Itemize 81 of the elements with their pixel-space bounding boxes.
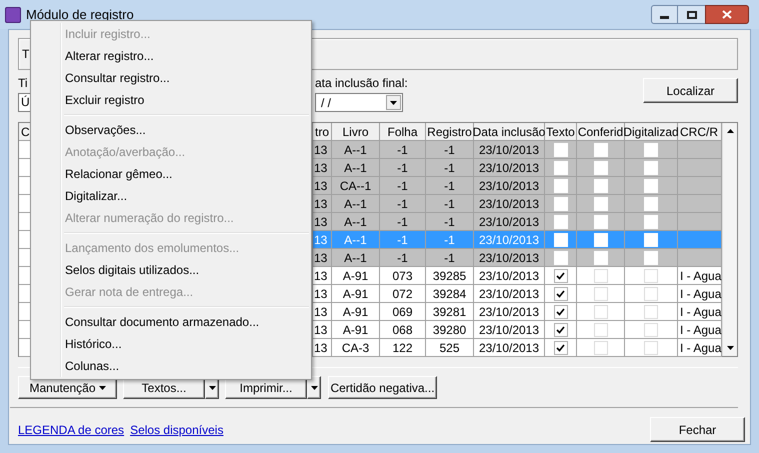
table-cell: 525 <box>426 339 474 357</box>
checkbox[interactable] <box>594 304 608 318</box>
table-cell-text: I - Agua <box>680 322 722 338</box>
checkbox[interactable] <box>644 268 658 282</box>
checkmark-icon <box>556 326 565 334</box>
scroll-up-icon[interactable] <box>726 129 734 133</box>
type-label: Ti <box>18 76 28 90</box>
checkbox[interactable] <box>594 142 608 156</box>
checkbox[interactable] <box>554 214 568 228</box>
menu-item[interactable]: Consultar registro... <box>31 67 311 89</box>
date-field[interactable]: / / <box>315 93 403 112</box>
filter-label: T <box>22 46 30 63</box>
scroll-down-icon[interactable] <box>726 346 734 350</box>
link[interactable]: LEGENDA de cores <box>18 420 124 438</box>
checkbox[interactable] <box>644 142 658 156</box>
window-title: Módulo de registro <box>26 6 134 24</box>
link[interactable]: Selos disponíveis <box>130 420 224 438</box>
checkbox[interactable] <box>644 178 658 192</box>
close-button[interactable] <box>705 5 749 24</box>
checkbox[interactable] <box>554 196 568 210</box>
checkbox[interactable] <box>594 196 608 210</box>
menu-item[interactable]: Excluir registro <box>31 89 311 111</box>
checkbox[interactable] <box>554 160 568 174</box>
checkbox[interactable] <box>644 286 658 300</box>
checkbox[interactable] <box>554 178 568 192</box>
dropdown-button[interactable] <box>386 95 401 110</box>
checkbox[interactable] <box>594 250 608 264</box>
checkbox[interactable] <box>594 178 608 192</box>
maximize-button[interactable] <box>678 5 705 24</box>
table-cell: 13 <box>313 339 332 357</box>
table-cell-text: I - Agua <box>680 340 722 356</box>
checkbox[interactable] <box>644 196 658 210</box>
checkbox[interactable] <box>594 214 608 228</box>
table-cell: 23/10/2013 <box>474 339 545 357</box>
menu-item[interactable]: Alterar registro... <box>31 45 311 67</box>
checkbox[interactable] <box>644 232 658 246</box>
checkbox[interactable] <box>594 322 608 336</box>
table-cell-text: I - Agua <box>680 304 722 320</box>
checkbox[interactable] <box>594 268 608 282</box>
caret-icon <box>310 386 318 390</box>
checkbox[interactable] <box>594 286 608 300</box>
table-cell-text: I - Agua <box>680 268 722 284</box>
checkbox[interactable] <box>644 250 658 264</box>
date-label: ata inclusão final: <box>315 76 408 90</box>
checkbox[interactable] <box>554 142 568 156</box>
checkmark-icon <box>556 344 565 352</box>
checkbox[interactable] <box>644 214 658 228</box>
caret-icon <box>390 100 397 104</box>
checkbox[interactable] <box>554 322 568 336</box>
checkbox[interactable] <box>554 286 568 300</box>
search-button[interactable]: Localizar <box>643 78 738 103</box>
table-cell-text: I - Agua <box>680 286 722 302</box>
minimize-icon <box>660 16 669 19</box>
menu-item[interactable]: Colunas... <box>31 355 311 377</box>
checkmark-icon <box>556 272 565 280</box>
checkbox[interactable] <box>554 268 568 282</box>
checkbox[interactable] <box>554 304 568 318</box>
checkbox[interactable] <box>594 340 608 354</box>
maximize-icon <box>686 10 696 18</box>
checkbox[interactable] <box>554 232 568 246</box>
checkbox[interactable] <box>554 340 568 354</box>
caret-icon <box>208 386 216 390</box>
checkbox[interactable] <box>644 322 658 336</box>
close-dialog-button[interactable]: Fechar <box>650 417 745 442</box>
negative-certificate-button[interactable]: Certidão negativa... <box>328 376 437 399</box>
minimize-button[interactable] <box>651 5 678 24</box>
checkmark-icon <box>556 290 565 298</box>
checkbox[interactable] <box>644 340 658 354</box>
close-icon <box>722 10 732 19</box>
checkbox[interactable] <box>644 304 658 318</box>
checkmark-icon <box>556 308 565 316</box>
table-cell: CA-3 <box>332 339 380 357</box>
app-logo-icon <box>5 6 21 22</box>
checkbox[interactable] <box>554 250 568 264</box>
checkbox[interactable] <box>644 160 658 174</box>
checkbox[interactable] <box>594 232 608 246</box>
menu-item[interactable]: Observações... <box>31 119 311 141</box>
table-cell: 122 <box>380 339 426 357</box>
scrollbar[interactable] <box>722 123 737 356</box>
caret-icon <box>98 386 106 390</box>
checkbox[interactable] <box>594 160 608 174</box>
